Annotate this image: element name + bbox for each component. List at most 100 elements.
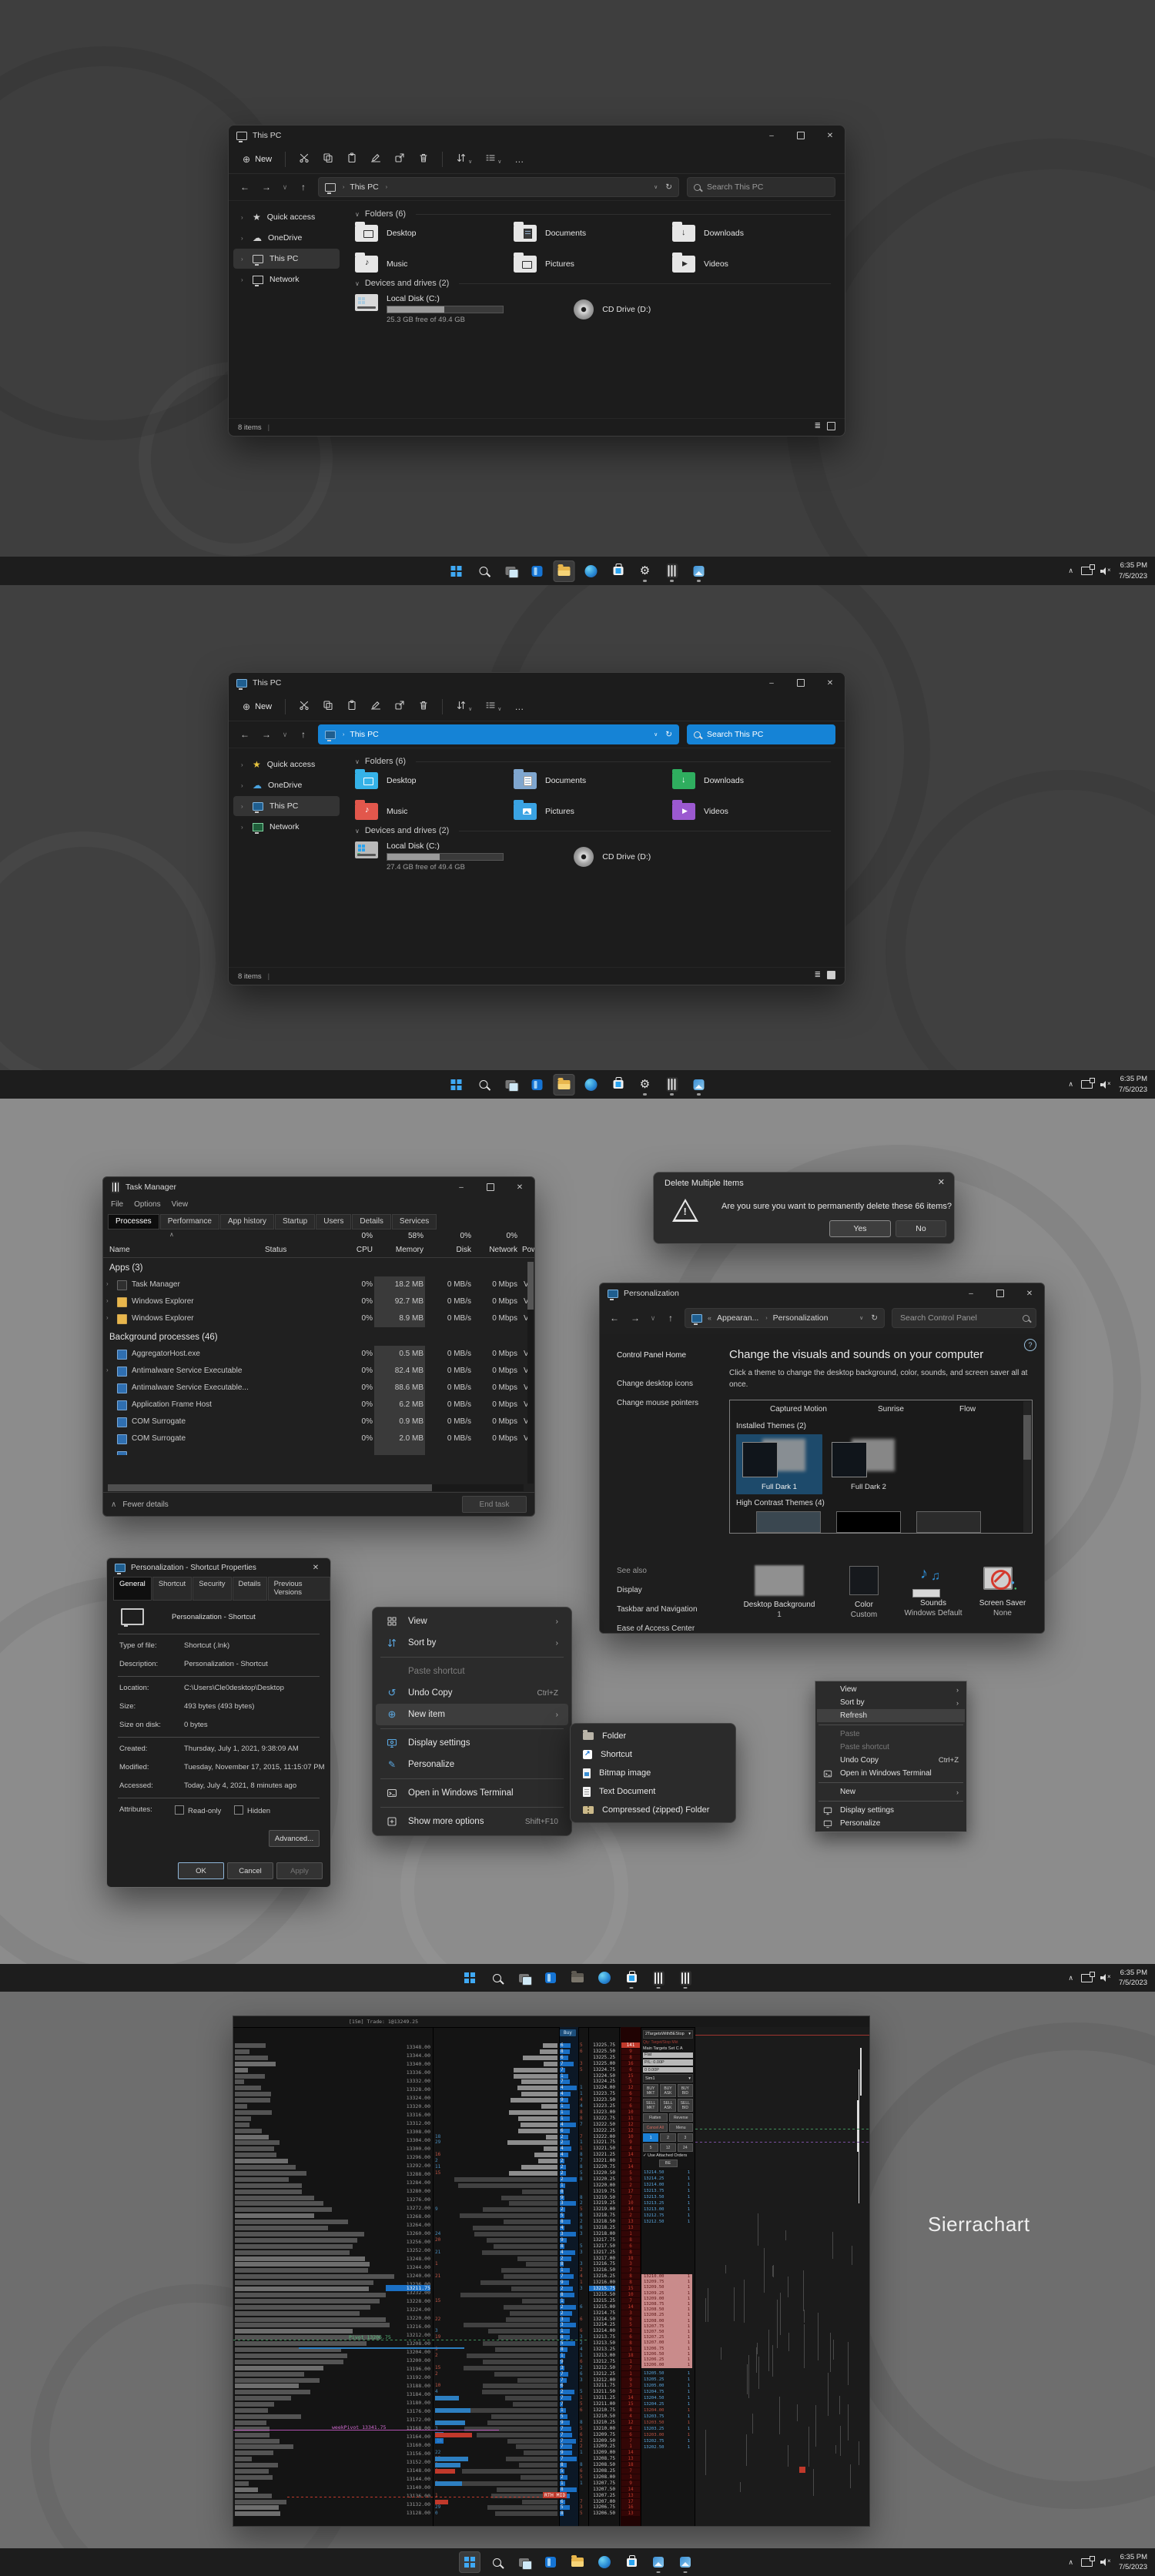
back-button[interactable]: ← <box>608 1313 621 1323</box>
tab-security[interactable]: Security <box>192 1577 232 1601</box>
cancel-button[interactable]: Cancel <box>227 1862 273 1879</box>
share-icon[interactable] <box>394 700 405 714</box>
start-button[interactable] <box>446 1074 467 1096</box>
breadcrumb-item[interactable]: This PC <box>350 730 378 739</box>
folder-music[interactable]: ♪ Music <box>355 253 514 273</box>
advanced-button[interactable]: Advanced... <box>269 1830 320 1847</box>
menu-item-refresh[interactable]: Refresh <box>817 1709 965 1722</box>
folder-documents[interactable]: Documents <box>514 769 672 789</box>
menu-item-personalize[interactable]: ✎ Personalize <box>376 1754 568 1775</box>
tab-processes[interactable]: Processes <box>108 1214 159 1229</box>
screen-saver-item[interactable]: ● ● Screen Saver None <box>960 1565 1044 1618</box>
refresh-icon[interactable]: ↻ <box>871 1313 878 1323</box>
process-row[interactable]: › Antimalware Service Executable 0% 82.4 MB… <box>103 1363 534 1380</box>
yes-button[interactable]: Yes <box>829 1220 891 1237</box>
drive-cd[interactable]: CD Drive (D:) <box>574 841 755 871</box>
folder-videos[interactable]: ▶ Videos <box>672 253 831 273</box>
search-button[interactable] <box>486 2551 507 2573</box>
menu-button[interactable]: Menu <box>668 2123 693 2133</box>
hidden-checkbox[interactable] <box>233 1805 243 1815</box>
folder-documents[interactable]: Documents <box>514 222 672 242</box>
task-view-button[interactable] <box>513 1967 534 1989</box>
expand-chevron-icon[interactable]: › <box>106 1367 109 1373</box>
menu-item-view[interactable]: View › <box>376 1611 568 1632</box>
clock[interactable]: 6:35 PM 7/5/2023 <box>1119 2552 1147 2573</box>
qty-3-button[interactable]: 3 <box>677 2133 693 2143</box>
tab-details[interactable]: Details <box>232 1577 267 1601</box>
refresh-icon[interactable]: ↻ <box>665 182 672 192</box>
forward-button[interactable]: → <box>628 1313 642 1323</box>
sort-button[interactable]: ∨ <box>456 152 472 167</box>
sidebar-item-onedrive[interactable]: › ☁ OneDrive <box>233 775 340 795</box>
media-app-button-2[interactable] <box>675 2551 696 2573</box>
folder-pictures[interactable]: Pictures <box>514 800 672 820</box>
menu-file[interactable]: File <box>111 1200 123 1209</box>
sidebar-item-quick-access[interactable]: › ★ Quick access <box>233 754 340 774</box>
edge-button[interactable] <box>581 1074 602 1096</box>
media-app-button[interactable] <box>688 1074 710 1096</box>
refresh-icon[interactable]: ↻ <box>665 730 672 739</box>
share-icon[interactable] <box>394 152 405 167</box>
submenu-item-shortcut[interactable]: Shortcut <box>574 1745 732 1764</box>
tab-users[interactable]: Users <box>316 1214 352 1229</box>
sidebar-item-network[interactable]: › Network <box>233 269 340 289</box>
back-button[interactable]: ← <box>238 729 252 740</box>
high-contrast-theme[interactable] <box>756 1511 821 1533</box>
end-task-button[interactable]: End task <box>462 1496 527 1513</box>
tray-chevron-icon[interactable]: ∧ <box>1068 1080 1073 1089</box>
minimize-button[interactable]: – <box>757 125 786 146</box>
large-icons-view-icon[interactable] <box>827 422 835 433</box>
up-button[interactable]: ↑ <box>664 1313 678 1323</box>
performance-app-button[interactable] <box>661 560 683 582</box>
taskbar-app-blue[interactable] <box>527 1074 548 1096</box>
search-button[interactable] <box>473 1074 494 1096</box>
expand-chevron-icon[interactable]: › <box>106 1297 109 1304</box>
chevron-down-icon[interactable]: ∨ <box>654 184 658 190</box>
up-button[interactable]: ↑ <box>296 729 310 740</box>
sidebar-item-onedrive[interactable]: › ☁ OneDrive <box>233 228 340 248</box>
cut-icon[interactable] <box>299 700 310 714</box>
menu-item-undo-copy[interactable]: Undo Copy Ctrl+Z <box>817 1754 965 1767</box>
close-button[interactable]: ✕ <box>815 125 845 146</box>
copy-icon[interactable] <box>323 700 333 714</box>
menu-item-new[interactable]: New › <box>817 1785 965 1798</box>
group-header-apps[interactable]: Apps (3) <box>103 1258 534 1276</box>
paste-icon[interactable] <box>346 699 357 714</box>
settings-button[interactable]: ⚙ <box>634 1074 656 1096</box>
close-button[interactable]: ✕ <box>1015 1283 1044 1303</box>
menu-view[interactable]: View <box>172 1200 189 1209</box>
theme-label[interactable]: Captured Motion <box>770 1405 827 1413</box>
sidebar-item-this-pc[interactable]: › This PC <box>233 796 340 816</box>
search-input[interactable] <box>705 729 829 740</box>
tab-general[interactable]: General <box>113 1577 152 1601</box>
file-explorer-button[interactable] <box>553 560 575 582</box>
edge-button[interactable] <box>594 1967 615 1989</box>
breadcrumb[interactable]: › This PC ∨ ↻ <box>318 724 679 744</box>
search-button[interactable] <box>486 1967 507 1989</box>
tray-chevron-icon[interactable]: ∧ <box>1068 567 1073 575</box>
tab-performance[interactable]: Performance <box>159 1214 219 1229</box>
taskbar-app-blue[interactable] <box>540 2551 561 2573</box>
network-tray-icon[interactable] <box>1081 564 1096 575</box>
network-tray-icon[interactable] <box>1081 1078 1096 1089</box>
process-row[interactable]: AggregatorHost.exe0%0.5 MB0 MB/s0 MbpsVe <box>103 1346 534 1363</box>
menu-item-open-terminal[interactable]: Open in Windows Terminal <box>376 1782 568 1804</box>
high-contrast-theme[interactable] <box>916 1511 981 1533</box>
settings-button[interactable]: ⚙ <box>634 560 656 582</box>
media-app-button[interactable] <box>688 560 710 582</box>
group-header-devices[interactable]: ∨ Devices and drives (2) <box>355 279 831 288</box>
sidebar-item-quick-access[interactable]: › ★ Quick access <box>233 207 340 227</box>
tray-chevron-icon[interactable]: ∧ <box>1068 2558 1073 2567</box>
rename-icon[interactable] <box>370 152 381 167</box>
folder-desktop[interactable]: Desktop <box>355 222 514 242</box>
themes-scrollbar[interactable] <box>1023 1401 1031 1532</box>
more-options-button[interactable]: … <box>514 701 524 712</box>
media-app-button[interactable] <box>648 2551 669 2573</box>
task-view-button[interactable] <box>513 2551 534 2573</box>
submenu-item-zip[interactable]: Compressed (zipped) Folder <box>574 1801 732 1819</box>
search-input[interactable] <box>899 1313 1018 1323</box>
volume-muted-icon[interactable]: × <box>1100 1973 1111 1982</box>
minimize-button[interactable]: – <box>757 673 786 693</box>
menu-item-display-settings[interactable]: Display settings <box>817 1804 965 1817</box>
search-button[interactable] <box>473 560 494 582</box>
